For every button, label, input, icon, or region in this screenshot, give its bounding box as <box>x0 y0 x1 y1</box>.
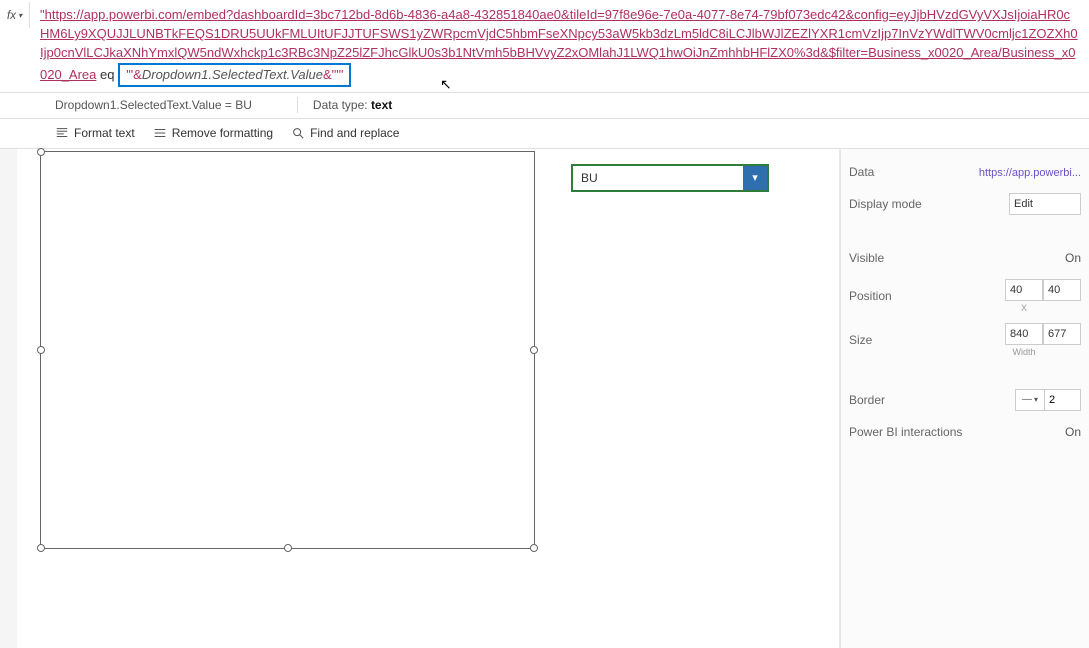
resize-handle[interactable] <box>37 544 45 552</box>
position-x-input[interactable] <box>1005 279 1043 301</box>
formula-expression: Dropdown1.SelectedText.Value <box>142 67 323 82</box>
prop-size-label: Size <box>849 333 949 347</box>
prop-display-mode: Display mode <box>849 193 1081 215</box>
formula-result-bar: Dropdown1.SelectedText.Value = BU Data t… <box>0 93 1089 119</box>
properties-panel: Data https://app.powerbi... Display mode… <box>840 149 1089 648</box>
dropdown-selected-text: BU <box>573 171 743 185</box>
formula-highlight-box: '"&Dropdown1.SelectedText.Value&"'" <box>118 63 351 87</box>
formula-editor[interactable]: "https://app.powerbi.com/embed?dashboard… <box>30 2 1089 90</box>
prop-position-label: Position <box>849 289 949 303</box>
chevron-down-icon[interactable]: ▾ <box>743 166 767 190</box>
prop-border: Border —▾ <box>849 389 1081 411</box>
prop-border-label: Border <box>849 393 949 407</box>
prop-pbi-label: Power BI interactions <box>849 425 989 439</box>
position-x-sublabel: X <box>1021 303 1027 313</box>
main-area: BU ▾ Data https://app.powerbi... Display… <box>0 149 1089 648</box>
fx-button[interactable]: fx ▾ <box>0 2 30 28</box>
prop-size: Size Width <box>849 323 1081 357</box>
canvas[interactable]: BU ▾ <box>17 149 840 648</box>
prop-visible: Visible On <box>849 247 1081 269</box>
formula-bar: fx ▾ "https://app.powerbi.com/embed?dash… <box>0 0 1089 93</box>
position-y-input[interactable] <box>1043 279 1081 301</box>
remove-formatting-label: Remove formatting <box>172 126 273 140</box>
prop-pbi-value[interactable]: On <box>989 425 1081 439</box>
resize-handle[interactable] <box>37 148 45 156</box>
resize-handle[interactable] <box>284 544 292 552</box>
display-mode-input[interactable] <box>1009 193 1081 215</box>
prop-visible-label: Visible <box>849 251 949 265</box>
size-width-input[interactable] <box>1005 323 1043 345</box>
prop-data-label: Data <box>849 165 949 179</box>
dropdown1-control[interactable]: BU ▾ <box>571 164 769 192</box>
prop-visible-value[interactable]: On <box>949 251 1081 265</box>
size-height-sublabel <box>1061 347 1064 357</box>
size-height-input[interactable] <box>1043 323 1081 345</box>
prop-data-value[interactable]: https://app.powerbi... <box>979 167 1081 179</box>
find-replace-label: Find and replace <box>310 126 399 140</box>
remove-formatting-button[interactable]: Remove formatting <box>153 126 273 140</box>
formula-eq: eq <box>96 67 118 82</box>
resize-handle[interactable] <box>37 346 45 354</box>
border-width-input[interactable] <box>1045 389 1081 411</box>
format-text-label: Format text <box>74 126 135 140</box>
data-type-label: Data type: text <box>313 98 392 112</box>
formula-result: Dropdown1.SelectedText.Value = BU <box>55 98 252 112</box>
position-y-sublabel <box>1061 303 1064 313</box>
formula-prefix: '"& <box>126 67 142 82</box>
prop-display-mode-label: Display mode <box>849 197 949 211</box>
find-replace-button[interactable]: Find and replace <box>291 126 399 140</box>
fx-label-text: fx <box>7 8 16 22</box>
format-text-button[interactable]: Format text <box>55 126 135 140</box>
format-text-icon <box>55 126 69 140</box>
resize-handle[interactable] <box>530 544 538 552</box>
size-width-sublabel: Width <box>1012 347 1035 357</box>
powerbi-tile[interactable] <box>40 151 535 549</box>
separator <box>297 97 298 113</box>
prop-powerbi-interactions: Power BI interactions On <box>849 421 1081 443</box>
formula-suffix: &"'" <box>323 67 343 82</box>
prop-data: Data https://app.powerbi... <box>849 161 1081 183</box>
chevron-down-icon: ▾ <box>1034 395 1038 404</box>
remove-formatting-icon <box>153 126 167 140</box>
prop-position: Position X <box>849 279 1081 313</box>
formula-toolbar: Format text Remove formatting Find and r… <box>0 119 1089 149</box>
resize-handle[interactable] <box>530 346 538 354</box>
chevron-down-icon: ▾ <box>18 11 22 20</box>
border-style-select[interactable]: —▾ <box>1015 389 1045 411</box>
search-icon <box>291 126 305 140</box>
